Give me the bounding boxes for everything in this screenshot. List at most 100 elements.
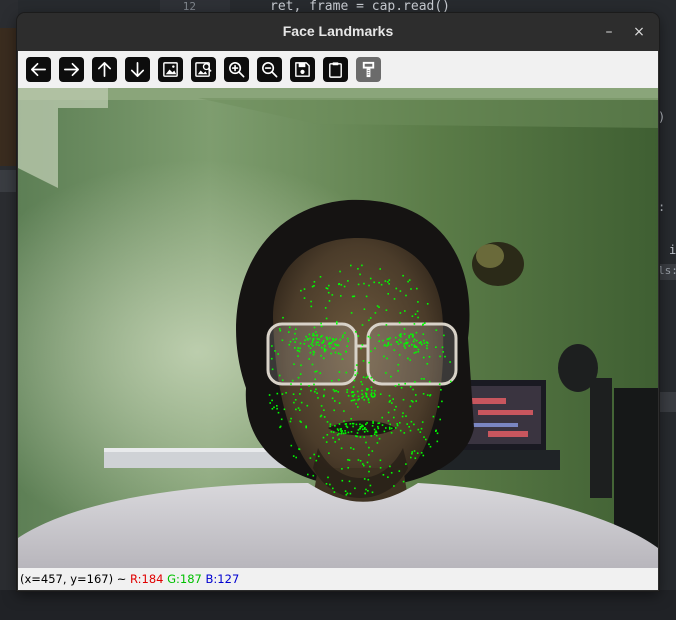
- landmark-point: [271, 357, 273, 360]
- landmark-point: [388, 283, 390, 285]
- landmark-point: [303, 288, 306, 290]
- landmark-point: [367, 335, 370, 338]
- landmark-point: [369, 465, 371, 468]
- zoom-out-button[interactable]: [257, 57, 282, 82]
- landmark-point: [300, 388, 302, 391]
- landmark-point: [334, 343, 336, 345]
- landmark-point: [333, 409, 335, 412]
- landmark-point: [417, 348, 420, 351]
- landmark-point: [381, 424, 384, 426]
- landmark-point: [331, 347, 334, 350]
- code-line[interactable]: ret, frame = cap.read(): [270, 0, 450, 14]
- landmark-point: [310, 305, 313, 308]
- close-button[interactable]: ×: [629, 22, 649, 42]
- landmark-point: [369, 336, 371, 339]
- landmark-point: [416, 452, 419, 454]
- landmark-point: [420, 427, 423, 430]
- editor-current-line: [658, 392, 676, 412]
- landmark-point: [426, 347, 428, 350]
- landmark-point: [357, 268, 359, 270]
- landmark-point: [368, 361, 370, 364]
- minimize-button[interactable]: –: [599, 22, 619, 42]
- zoom-fit-button[interactable]: [191, 57, 216, 82]
- landmark-point: [327, 476, 329, 479]
- landmark-point: [384, 344, 386, 346]
- copy-to-clipboard-button[interactable]: [323, 57, 348, 82]
- landmark-point: [408, 426, 410, 428]
- pan-left-button[interactable]: [26, 57, 51, 82]
- landmark-point: [396, 423, 398, 425]
- landmark-point: [374, 347, 376, 350]
- landmark-point: [336, 428, 339, 430]
- landmark-point: [353, 393, 356, 396]
- landmark-point: [388, 279, 391, 281]
- landmark-point: [415, 351, 417, 354]
- landmark-point: [382, 339, 384, 342]
- side-panel-highlight: [0, 170, 18, 192]
- landmark-point: [303, 343, 306, 345]
- landmark-point: [310, 389, 312, 392]
- save-button[interactable]: [290, 57, 315, 82]
- landmark-point: [335, 389, 338, 392]
- landmark-point: [385, 427, 387, 429]
- landmark-point: [363, 436, 365, 438]
- landmark-point: [313, 453, 315, 456]
- landmark-point: [405, 341, 407, 344]
- landmark-point: [349, 423, 352, 425]
- landmark-point: [409, 359, 411, 361]
- face-landmarks-window: Face Landmarks – × (x=457, y=167) ~ R:18…: [17, 13, 659, 591]
- landmark-point: [410, 288, 412, 290]
- landmark-point: [326, 338, 329, 341]
- landmark-point: [390, 375, 392, 378]
- landmark-point: [281, 393, 284, 395]
- landmark-point: [325, 483, 328, 485]
- landmark-point: [331, 380, 333, 382]
- landmark-point: [387, 343, 389, 345]
- landmark-point: [356, 435, 358, 438]
- landmark-point: [294, 341, 296, 343]
- landmark-point: [377, 334, 380, 336]
- landmark-point: [352, 448, 355, 450]
- landmark-point: [406, 423, 408, 425]
- landmark-point: [289, 340, 292, 343]
- zoom-original-button[interactable]: [158, 57, 183, 82]
- landmark-point: [324, 345, 326, 347]
- landmark-point: [399, 290, 402, 292]
- webcam-frame[interactable]: [18, 88, 658, 568]
- landmark-point: [419, 431, 422, 433]
- landmark-point: [330, 431, 333, 433]
- pan-up-button[interactable]: [92, 57, 117, 82]
- landmark-point: [315, 331, 317, 333]
- landmark-point: [300, 364, 302, 367]
- properties-button[interactable]: [356, 57, 381, 82]
- landmark-point: [414, 457, 417, 459]
- landmark-point: [413, 352, 416, 354]
- landmark-point: [328, 452, 330, 454]
- landmark-point: [329, 337, 331, 339]
- zoom-in-button[interactable]: [224, 57, 249, 82]
- landmark-point: [294, 347, 296, 349]
- landmark-point: [269, 402, 271, 404]
- landmark-point: [403, 343, 406, 345]
- landmark-point: [370, 393, 372, 396]
- landmark-point: [317, 397, 319, 399]
- landmark-point: [421, 343, 423, 346]
- landmark-point: [341, 358, 344, 360]
- landmark-point: [369, 277, 372, 280]
- landmark-point: [357, 283, 360, 286]
- arrow-up-icon: [97, 61, 112, 78]
- title-bar[interactable]: Face Landmarks – ×: [17, 13, 659, 51]
- landmark-point: [294, 332, 296, 335]
- pan-right-button[interactable]: [59, 57, 84, 82]
- landmark-point: [297, 376, 300, 379]
- editor-side-panel: [0, 0, 18, 620]
- landmark-point: [415, 394, 417, 396]
- landmark-point: [347, 395, 350, 397]
- landmark-point: [294, 399, 297, 401]
- landmark-point: [282, 316, 284, 319]
- landmark-point: [356, 432, 359, 434]
- landmark-point: [435, 429, 437, 432]
- landmark-point: [436, 440, 439, 443]
- landmark-point: [322, 340, 325, 342]
- pan-down-button[interactable]: [125, 57, 150, 82]
